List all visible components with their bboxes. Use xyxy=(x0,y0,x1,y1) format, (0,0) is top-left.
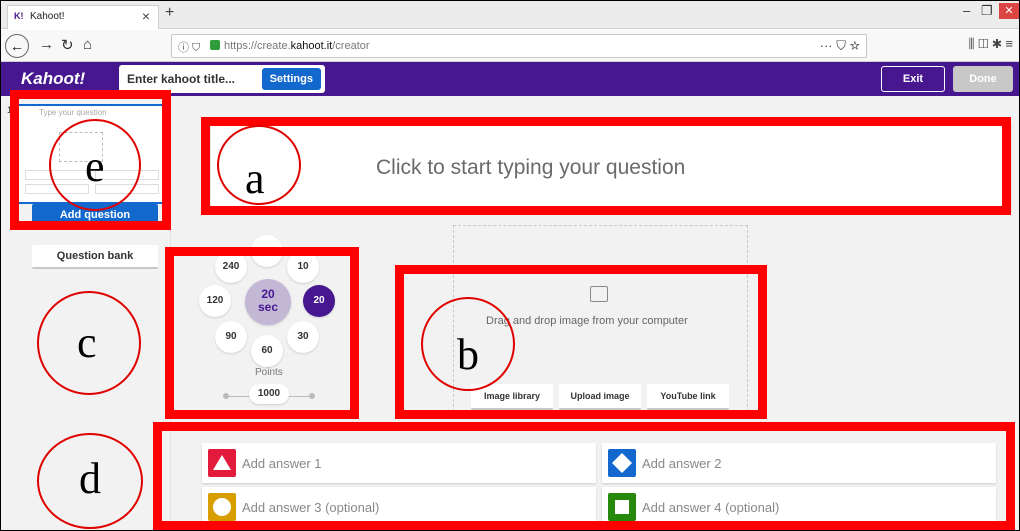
browser-navbar: ← → ↻ ⌂ ⓘ ⛉ https://create.kahoot.it/cre… xyxy=(1,30,1019,62)
tab-close-icon[interactable]: × xyxy=(142,8,150,24)
title-box: Settings xyxy=(119,65,325,93)
browser-tabstrip: K! Kahoot! × + – ❐ ✕ xyxy=(1,1,1019,29)
done-button[interactable]: Done xyxy=(953,66,1013,92)
annotation-letter-a: a xyxy=(245,154,265,203)
settings-button[interactable]: Settings xyxy=(261,68,321,90)
minimize-icon[interactable]: – xyxy=(963,3,970,18)
lock-icon xyxy=(210,40,220,50)
browser-tab[interactable]: K! Kahoot! × xyxy=(7,5,159,29)
url-text[interactable]: https://create.kahoot.it/creator xyxy=(224,40,370,52)
annotation-box-a xyxy=(201,117,1011,215)
screenshot: K! Kahoot! × + – ❐ ✕ ← → ↻ ⌂ ⓘ ⛉ https:/… xyxy=(0,0,1020,531)
url-actions-icons[interactable]: ··· ⛉ ☆ xyxy=(820,38,860,54)
info-icon[interactable]: ⓘ ⛉ xyxy=(178,39,200,55)
question-bank-button[interactable]: Question bank xyxy=(32,245,158,269)
annotation-box-d xyxy=(153,422,1015,530)
tab-title: Kahoot! xyxy=(30,11,65,22)
annotation-box-c xyxy=(165,247,359,419)
forward-icon[interactable]: → xyxy=(39,36,54,53)
home-icon[interactable]: ⌂ xyxy=(83,36,92,53)
exit-button[interactable]: Exit xyxy=(881,66,945,92)
toolbar-icons[interactable]: ⫼ ◫ ✱ ≡ xyxy=(969,36,1013,52)
annotation-letter-e: e xyxy=(85,142,105,191)
kahoot-favicon-icon: K! xyxy=(14,11,24,21)
annotation-letter-d: d xyxy=(79,454,101,503)
url-bar[interactable]: ⓘ ⛉ https://create.kahoot.it/creator ···… xyxy=(171,34,867,58)
back-icon[interactable]: ← xyxy=(5,34,29,58)
kahoot-logo: Kahoot! xyxy=(21,69,86,88)
restore-icon[interactable]: ❐ xyxy=(981,3,993,19)
new-tab-icon[interactable]: + xyxy=(165,4,174,22)
reload-icon[interactable]: ↻ xyxy=(61,36,74,54)
annotation-letter-b: b xyxy=(457,330,479,379)
annotation-letter-c: c xyxy=(77,318,97,367)
kahoot-title-input[interactable] xyxy=(127,70,259,88)
window-close-icon[interactable]: ✕ xyxy=(999,3,1019,19)
